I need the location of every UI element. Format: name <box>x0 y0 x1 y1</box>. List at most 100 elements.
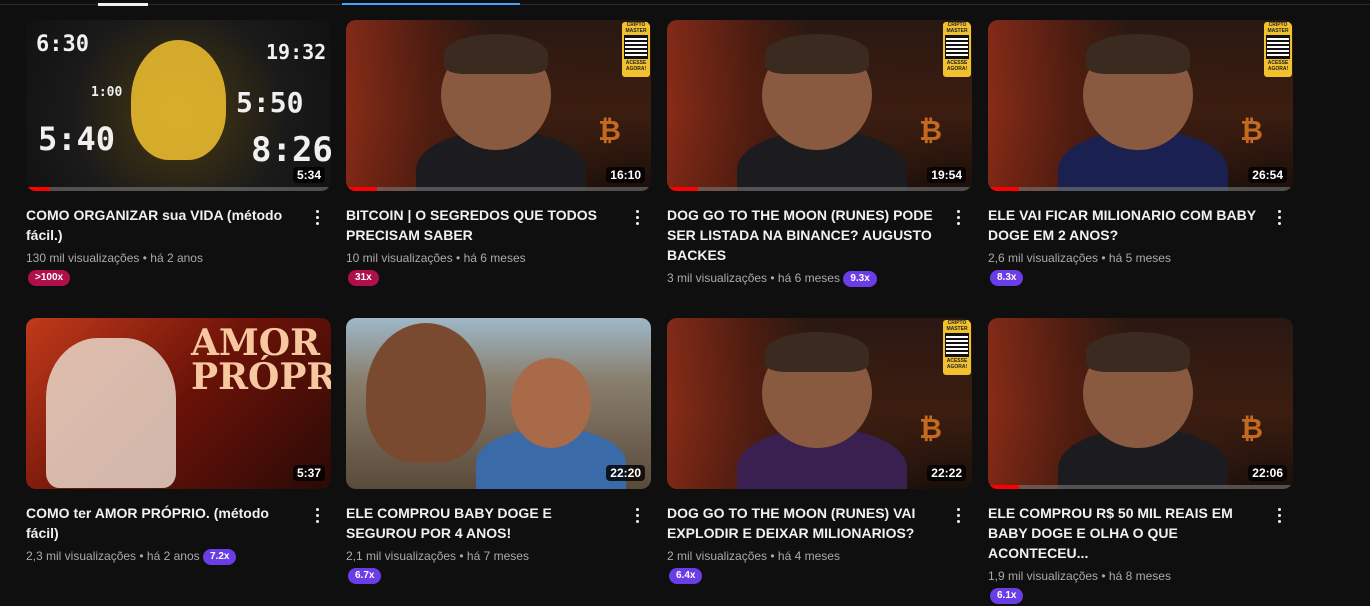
video-title[interactable]: ELE COMPROU BABY DOGE E SEGUROU POR 4 AN… <box>346 503 617 543</box>
thumbnail-art-studio: ₿ <box>346 20 651 191</box>
video-thumbnail[interactable]: 22:20 <box>346 318 651 489</box>
video-thumbnail[interactable]: AMOR PRÓPRIO 5:37 <box>26 318 331 489</box>
video-card[interactable]: AMOR PRÓPRIO 5:37 COMO ter AMOR PRÓPRIO.… <box>26 318 331 565</box>
video-info: 2,1 mil visualizações • há 7 meses <box>346 549 529 563</box>
top-tab-strip <box>0 0 1370 6</box>
video-thumbnail[interactable]: ₿ CRIPTO MASTER ACESSE AGORA! 26:54 <box>988 20 1293 191</box>
video-info: 2,6 mil visualizações • há 5 meses <box>988 251 1171 265</box>
video-title[interactable]: ELE COMPROU R$ 50 MIL REAIS EM BABY DOGE… <box>988 503 1259 563</box>
video-thumbnail[interactable]: ₿ 22:06 <box>988 318 1293 489</box>
qr-code-badge: CRIPTO MASTER ACESSE AGORA! <box>622 22 650 77</box>
duration-badge: 22:22 <box>927 465 966 481</box>
outlier-multiplier-badge: 7.2x <box>202 548 237 565</box>
duration-badge: 16:10 <box>606 167 645 183</box>
clock-text: 6:30 <box>36 32 89 57</box>
upload-age: há 6 meses <box>777 271 840 285</box>
clock-text: 19:32 <box>266 40 327 64</box>
outlier-multiplier-badge: 6.1x <box>990 587 1024 604</box>
outlier-multiplier-badge: 6.4x <box>669 567 703 584</box>
video-title[interactable]: BITCOIN | O SEGREDOS QUE TODOS PRECISAM … <box>346 205 617 245</box>
active-tab-indicator[interactable] <box>98 3 148 6</box>
view-count: 2 mil visualizações <box>667 549 768 563</box>
divider <box>0 4 1370 5</box>
video-title[interactable]: DOG GO TO THE MOON (RUNES) PODE SER LIST… <box>667 205 938 265</box>
view-count: 2,3 mil visualizações <box>26 549 137 563</box>
upload-age: há 7 meses <box>466 549 529 563</box>
video-card[interactable]: ₿ CRIPTO MASTER ACESSE AGORA! 16:10 BITCO… <box>346 20 651 287</box>
duration-badge: 22:06 <box>1248 465 1287 481</box>
video-info: 10 mil visualizações • há 6 meses <box>346 251 526 265</box>
bitcoin-icon: ₿ <box>598 115 621 146</box>
video-title[interactable]: DOG GO TO THE MOON (RUNES) VAI EXPLODIR … <box>667 503 938 543</box>
thumbnail-art-studio: ₿ <box>667 318 972 489</box>
video-info: 2 mil visualizações • há 4 meses <box>667 549 840 563</box>
clock-text: 5:50 <box>236 86 304 119</box>
video-card[interactable]: ₿ CRIPTO MASTER ACESSE AGORA! 22:22 DOG G… <box>667 318 972 585</box>
more-actions-icon[interactable] <box>946 205 970 229</box>
clock-text: 5:40 <box>38 120 116 158</box>
thumbnail-art-amor: AMOR PRÓPRIO <box>26 318 331 489</box>
video-card[interactable]: 22:20 ELE COMPROU BABY DOGE E SEGUROU PO… <box>346 318 651 585</box>
more-actions-icon[interactable] <box>305 503 329 527</box>
watch-progress-fill <box>988 187 1019 191</box>
upload-age: há 4 meses <box>777 549 840 563</box>
upload-age: há 8 meses <box>1108 569 1171 583</box>
thumbnail-art-outdoor <box>346 318 651 489</box>
duration-badge: 5:37 <box>292 465 325 481</box>
duration-badge: 26:54 <box>1248 167 1287 183</box>
watch-progress-fill <box>988 485 1019 489</box>
thumbnail-art-clock: 6:30 19:32 1:00 5:50 5:40 8:26 <box>26 20 331 191</box>
video-thumbnail[interactable]: ₿ CRIPTO MASTER ACESSE AGORA! 16:10 <box>346 20 651 191</box>
upload-age: há 2 anos <box>150 251 203 265</box>
view-count: 1,9 mil visualizações <box>988 569 1099 583</box>
bitcoin-icon: ₿ <box>919 115 942 146</box>
view-count: 2,6 mil visualizações <box>988 251 1099 265</box>
video-title[interactable]: COMO ORGANIZAR sua VIDA (método fácil.) <box>26 205 297 245</box>
thumbnail-art-studio: ₿ <box>988 318 1293 489</box>
video-info: 1,9 mil visualizações • há 8 meses <box>988 569 1171 583</box>
video-info: 130 mil visualizações • há 2 anos <box>26 251 203 265</box>
video-thumbnail[interactable]: 6:30 19:32 1:00 5:50 5:40 8:26 5:34 <box>26 20 331 191</box>
duration-badge: 22:20 <box>606 465 645 481</box>
video-card[interactable]: ₿ CRIPTO MASTER ACESSE AGORA! 26:54 ELE V… <box>988 20 1293 287</box>
video-title[interactable]: ELE VAI FICAR MILIONARIO COM BABY DOGE E… <box>988 205 1259 245</box>
outlier-multiplier-badge: 31x <box>348 269 379 286</box>
watch-progress-track <box>346 187 651 191</box>
cartoon-face <box>131 40 226 160</box>
qr-code-badge: CRIPTO MASTER ACESSE AGORA! <box>1264 22 1292 77</box>
bitcoin-icon: ₿ <box>919 413 942 444</box>
more-actions-icon[interactable] <box>625 205 649 229</box>
bitcoin-icon: ₿ <box>1240 413 1263 444</box>
more-actions-icon[interactable] <box>1267 205 1291 229</box>
video-thumbnail[interactable]: ₿ CRIPTO MASTER ACESSE AGORA! 19:54 <box>667 20 972 191</box>
video-info: 3 mil visualizações • há 6 meses 9.3x <box>667 269 938 287</box>
outlier-multiplier-badge: 9.3x <box>843 270 877 287</box>
video-thumbnail[interactable]: ₿ CRIPTO MASTER ACESSE AGORA! 22:22 <box>667 318 972 489</box>
upload-age: há 2 anos <box>146 549 200 563</box>
more-actions-icon[interactable] <box>1267 503 1291 527</box>
view-count: 2,1 mil visualizações <box>346 549 457 563</box>
watch-progress-track <box>988 187 1293 191</box>
more-actions-icon[interactable] <box>946 503 970 527</box>
video-card[interactable]: ₿ 22:06 ELE COMPROU R$ 50 MIL REAIS EM B… <box>988 318 1293 605</box>
view-count: 10 mil visualizações <box>346 251 453 265</box>
load-progress-indicator <box>342 3 520 5</box>
upload-age: há 5 meses <box>1108 251 1171 265</box>
outlier-multiplier-badge: 8.3x <box>990 269 1024 286</box>
qr-code-badge: CRIPTO MASTER ACESSE AGORA! <box>943 22 971 77</box>
watch-progress-track <box>988 485 1293 489</box>
video-card[interactable]: ₿ CRIPTO MASTER ACESSE AGORA! 19:54 DOG G… <box>667 20 972 287</box>
video-card[interactable]: 6:30 19:32 1:00 5:50 5:40 8:26 5:34 COMO… <box>26 20 331 287</box>
watch-progress-fill <box>26 187 51 191</box>
watch-progress-fill <box>667 187 698 191</box>
outlier-multiplier-badge: 6.7x <box>348 567 382 584</box>
clock-text: 1:00 <box>91 85 123 100</box>
thumbnail-headline: AMOR PRÓPRIO <box>191 322 331 398</box>
outlier-multiplier-badge: >100x <box>28 269 71 286</box>
watch-progress-track <box>667 187 972 191</box>
video-title[interactable]: COMO ter AMOR PRÓPRIO. (método fácil) <box>26 503 297 543</box>
watch-progress-track <box>26 187 331 191</box>
more-actions-icon[interactable] <box>305 205 329 229</box>
more-actions-icon[interactable] <box>625 503 649 527</box>
upload-age: há 6 meses <box>463 251 526 265</box>
